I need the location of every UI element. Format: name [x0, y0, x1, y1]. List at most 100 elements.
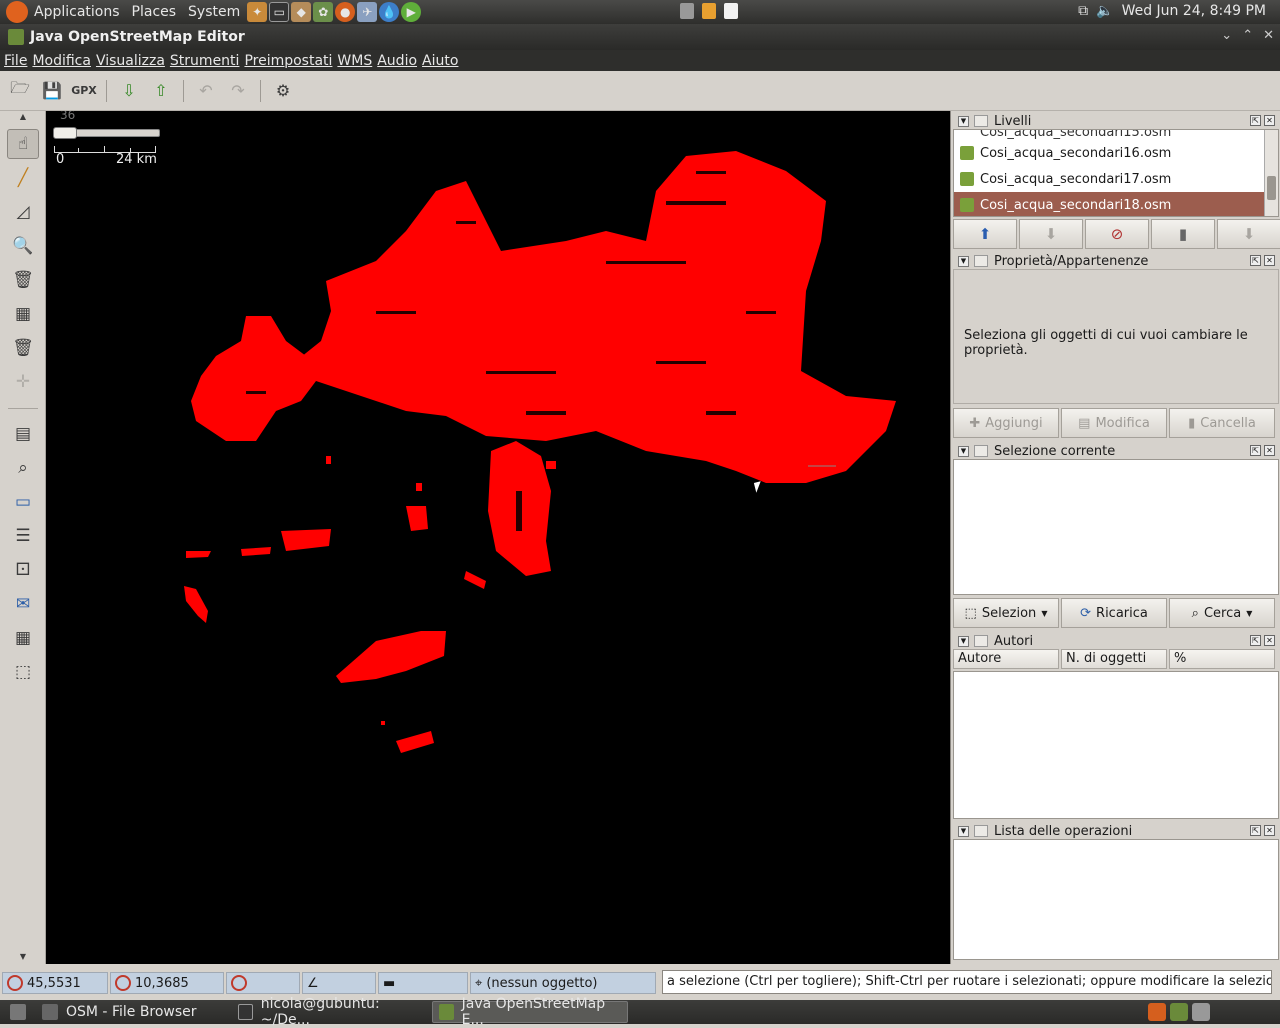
gpx-mode-icon[interactable]: 🗑	[7, 333, 39, 363]
undock-icon[interactable]: ⇱	[1250, 255, 1261, 266]
layer-row-selected[interactable]: Cosi_acqua_secondari18.osm	[954, 192, 1278, 216]
disabled-mode-icon[interactable]: ✛	[7, 367, 39, 397]
places-menu[interactable]: Places	[132, 4, 177, 20]
history-toggle-icon[interactable]: ▦	[7, 623, 39, 653]
close-dialog-icon[interactable]: ✕	[1264, 825, 1275, 836]
preferences-icon[interactable]: ⚙	[269, 77, 297, 105]
volume-icon[interactable]: 🔈	[1096, 3, 1113, 19]
show-desktop-icon[interactable]	[4, 1001, 32, 1023]
layer-list-scrollbar[interactable]	[1264, 130, 1278, 216]
properties-toggle-icon[interactable]: ⌕	[7, 453, 39, 483]
firefox-launcher-icon[interactable]: ●	[335, 2, 356, 22]
layers-toggle-icon[interactable]: ▤	[7, 419, 39, 449]
applet-icon-3[interactable]	[724, 3, 738, 19]
task-terminal[interactable]: nicola@gubuntu: ~/De...	[232, 996, 428, 1028]
ubuntu-logo-icon[interactable]	[6, 1, 28, 23]
menu-preimpostati[interactable]: Preimpostati	[244, 53, 332, 69]
task-josm[interactable]: Java OpenStreetMap E...	[432, 996, 628, 1028]
close-icon[interactable]: ✕	[1263, 28, 1274, 43]
delete-button[interactable]: ▮ Cancella	[1169, 408, 1275, 438]
applet-icon-2[interactable]	[702, 3, 716, 19]
close-dialog-icon[interactable]: ✕	[1264, 115, 1275, 126]
map-view[interactable]: 36 0 24 km	[46, 111, 950, 964]
maximize-icon[interactable]: ⌃	[1242, 28, 1253, 43]
collapse-icon[interactable]: ▼	[958, 115, 969, 127]
play-launcher-icon[interactable]: ▶	[401, 2, 422, 22]
launcher-icon-3[interactable]: ◆	[291, 2, 312, 22]
launcher-icon-1[interactable]: ✦	[247, 2, 268, 22]
search-button[interactable]: ⌕ Cerca ▼	[1169, 598, 1275, 628]
undock-icon[interactable]: ⇱	[1250, 115, 1261, 126]
reload-button[interactable]: ⟳ Ricarica	[1061, 598, 1167, 628]
undock-icon[interactable]: ⇱	[1250, 825, 1261, 836]
scroll-down-icon[interactable]: ▼	[7, 951, 39, 961]
move-up-icon[interactable]: ⬆	[953, 219, 1017, 249]
selection-list[interactable]	[953, 459, 1279, 595]
authors-toggle-icon[interactable]: ☰	[7, 521, 39, 551]
system-menu[interactable]: System	[188, 4, 240, 20]
collapse-icon[interactable]: ▼	[958, 635, 969, 647]
save-icon[interactable]: 💾	[38, 77, 66, 105]
menu-strumenti[interactable]: Strumenti	[170, 53, 240, 69]
collapse-icon[interactable]: ▼	[958, 445, 969, 457]
column-header-count[interactable]: N. di oggetti	[1061, 649, 1167, 669]
applet-icon-1[interactable]	[680, 3, 694, 19]
terminal-launcher-icon[interactable]: ▭	[269, 2, 290, 22]
operations-list[interactable]	[953, 839, 1279, 960]
menu-aiuto[interactable]: Aiuto	[422, 53, 458, 69]
layer-row[interactable]: Cosi_acqua_secondari15.osm	[954, 130, 1278, 140]
select-button[interactable]: ⬚ Selezion ▼	[953, 598, 1059, 628]
add-button[interactable]: ✚ Aggiungi	[953, 408, 1059, 438]
save-gpx-icon[interactable]: GPX	[70, 77, 98, 105]
zoom-mode-icon[interactable]: 🔍	[7, 231, 39, 261]
network-icon[interactable]: ⧉	[1078, 3, 1088, 19]
delete-layer-icon[interactable]: ▮	[1151, 219, 1215, 249]
download-icon[interactable]: ⇩	[115, 77, 143, 105]
column-header-percent[interactable]: %	[1169, 649, 1275, 669]
audio-mode-icon[interactable]: ▦	[7, 299, 39, 329]
task-file-browser[interactable]: OSM - File Browser	[36, 1001, 228, 1023]
launcher-icon-6[interactable]: ✈	[357, 2, 378, 22]
conflict-toggle-icon[interactable]: ⚀	[7, 555, 39, 585]
close-dialog-icon[interactable]: ✕	[1264, 255, 1275, 266]
applications-menu[interactable]: Applications	[34, 4, 120, 20]
menu-audio[interactable]: Audio	[377, 53, 417, 69]
menu-modifica[interactable]: Modifica	[32, 53, 91, 69]
column-header-author[interactable]: Autore	[953, 649, 1059, 669]
water-launcher-icon[interactable]: 💧	[379, 2, 400, 22]
collapse-icon[interactable]: ▼	[958, 255, 969, 267]
filter-toggle-icon[interactable]: ⬚	[7, 657, 39, 687]
menu-wms[interactable]: WMS	[337, 53, 372, 69]
scrollbar-thumb[interactable]	[1267, 176, 1276, 200]
message-toggle-icon[interactable]: ✉	[7, 589, 39, 619]
edit-button[interactable]: ▤ Modifica	[1061, 408, 1167, 438]
layer-row[interactable]: Cosi_acqua_secondari17.osm	[954, 166, 1278, 192]
scroll-up-icon[interactable]: ▲	[7, 111, 39, 121]
undock-icon[interactable]: ⇱	[1250, 635, 1261, 646]
minimize-icon[interactable]: ⌄	[1221, 28, 1232, 43]
launcher-icon-4[interactable]: ✿	[313, 2, 334, 22]
layer-row[interactable]: Cosi_acqua_secondari16.osm	[954, 140, 1278, 166]
clock[interactable]: Wed Jun 24, 8:49 PM	[1122, 3, 1266, 19]
josm-tray-icon[interactable]	[1170, 1003, 1188, 1021]
menu-visualizza[interactable]: Visualizza	[96, 53, 165, 69]
draw-mode-icon[interactable]: ╱	[7, 163, 39, 193]
trash-tray-icon[interactable]	[1192, 1003, 1210, 1021]
close-dialog-icon[interactable]: ✕	[1264, 445, 1275, 456]
collapse-icon[interactable]: ▼	[958, 825, 969, 837]
authors-table-body[interactable]	[953, 671, 1279, 819]
open-file-icon[interactable]: 🗁	[6, 77, 34, 105]
upload-icon[interactable]: ⇧	[147, 77, 175, 105]
merge-layer-icon[interactable]: ⬇	[1217, 219, 1280, 249]
redo-icon[interactable]: ↷	[224, 77, 252, 105]
close-dialog-icon[interactable]: ✕	[1264, 635, 1275, 646]
selection-toggle-icon[interactable]: ▭	[7, 487, 39, 517]
delete-mode-icon[interactable]: 🗑	[7, 265, 39, 295]
undock-icon[interactable]: ⇱	[1250, 445, 1261, 456]
toggle-visibility-icon[interactable]: ⊘	[1085, 219, 1149, 249]
undo-icon[interactable]: ↶	[192, 77, 220, 105]
extrude-mode-icon[interactable]: ◿	[7, 197, 39, 227]
select-mode-icon[interactable]: ☝	[7, 129, 39, 159]
move-down-icon[interactable]: ⬇	[1019, 219, 1083, 249]
menu-file[interactable]: File	[4, 53, 27, 69]
